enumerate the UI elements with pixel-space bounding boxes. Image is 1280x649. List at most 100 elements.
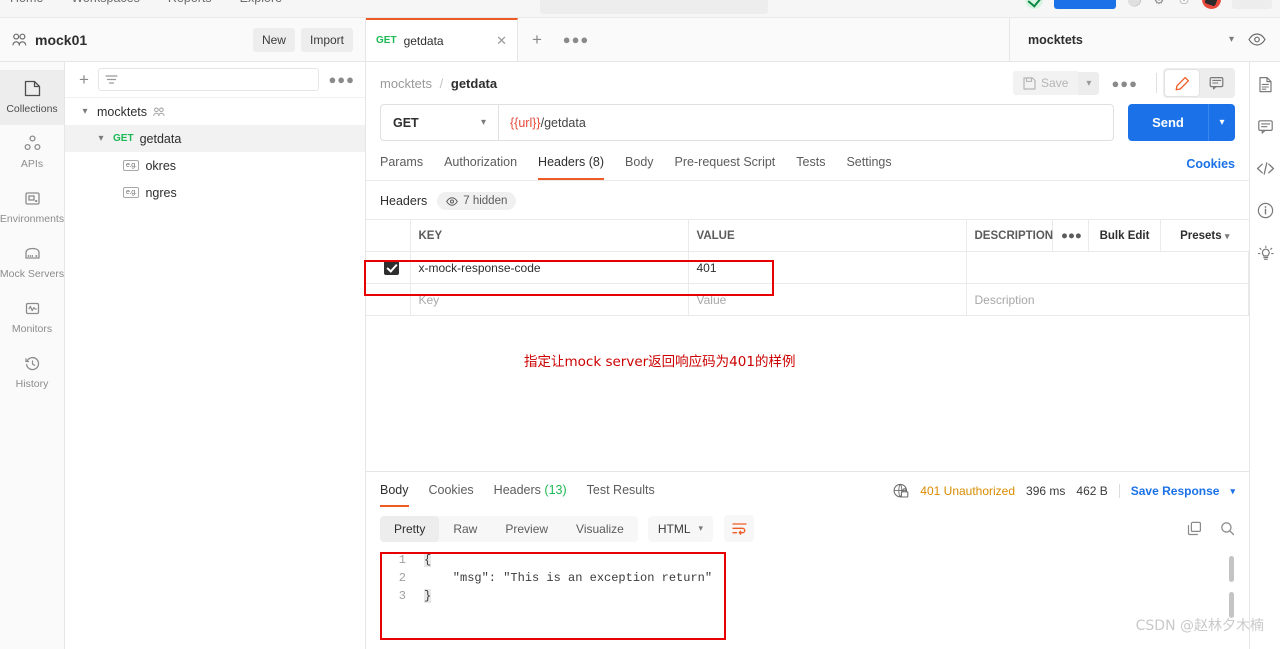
lightbulb-icon[interactable]	[1257, 245, 1274, 262]
headers-section-bar: Headers 7 hidden	[366, 181, 1249, 219]
send-button[interactable]: Send	[1128, 104, 1208, 141]
sidebar-item-mock-servers[interactable]: Mock Servers	[0, 235, 64, 290]
comment-icon[interactable]	[1199, 70, 1233, 96]
new-button[interactable]: New	[252, 27, 295, 52]
row-description-placeholder[interactable]: Description	[965, 283, 1249, 316]
user-avatar[interactable]	[1202, 0, 1221, 9]
example-response-icon: e.g.	[123, 160, 140, 171]
tab-tests[interactable]: Tests	[796, 155, 825, 180]
import-button[interactable]: Import	[300, 27, 353, 52]
tree-example-ngres[interactable]: e.g. ngres	[65, 179, 365, 206]
upgrade-button[interactable]	[1054, 0, 1116, 9]
row-description[interactable]	[965, 251, 1249, 284]
plan-pill[interactable]	[1232, 0, 1272, 9]
edit-pencil-icon[interactable]	[1165, 70, 1199, 96]
response-status: 401 Unauthorized	[920, 484, 1016, 498]
notifications-bell-icon[interactable]: ☉	[1177, 0, 1191, 7]
environment-quick-look-eye-icon[interactable]	[1248, 33, 1266, 46]
sidebar-filter-input[interactable]	[97, 68, 320, 91]
chevron-down-icon[interactable]: ▾	[1225, 231, 1230, 241]
table-row[interactable]: x-mock-response-code 401	[366, 251, 1249, 284]
save-response-button[interactable]: Save Response	[1131, 484, 1220, 498]
http-method-selector[interactable]: GET ▾	[380, 104, 498, 141]
response-language-selector[interactable]: HTML ▾	[647, 515, 714, 542]
url-path: /getdata	[540, 115, 586, 130]
wrap-lines-icon[interactable]	[724, 515, 755, 542]
table-options-icon[interactable]: ●●●	[1052, 219, 1089, 252]
presets-button[interactable]: Presets ▾	[1160, 219, 1249, 252]
close-icon[interactable]: ✕	[496, 33, 507, 49]
tab-options-icon[interactable]: ●●●	[556, 18, 596, 61]
chevron-down-icon[interactable]: ▾	[481, 117, 486, 128]
save-disk-icon	[1023, 76, 1036, 90]
new-item-plus-icon[interactable]: +	[79, 71, 89, 88]
tab-authorization[interactable]: Authorization	[444, 155, 517, 180]
view-visualize[interactable]: Visualize	[562, 516, 638, 542]
sidebar-item-collections[interactable]: Collections	[0, 70, 64, 125]
cookies-link[interactable]: Cookies	[1186, 157, 1235, 180]
row-key[interactable]: x-mock-response-code	[409, 251, 689, 284]
request-more-icon[interactable]: ●●●	[1099, 76, 1150, 91]
chevron-down-icon[interactable]: ▾	[1229, 34, 1234, 45]
documentation-icon[interactable]	[1257, 76, 1274, 93]
tree-request-getdata[interactable]: ▾ GET getdata	[65, 125, 365, 152]
sidebar-more-icon[interactable]: ●●●	[328, 72, 355, 87]
chevron-down-icon[interactable]: ▾	[1230, 486, 1235, 497]
invite-icon[interactable]: ⚪	[1127, 0, 1142, 7]
search-icon[interactable]	[1220, 521, 1235, 536]
response-tab-test-results[interactable]: Test Results	[587, 483, 655, 507]
breadcrumb-collection[interactable]: mocktets	[380, 76, 432, 91]
nav-reports[interactable]: Reports	[168, 0, 212, 5]
tree-example-okres[interactable]: e.g. okres	[65, 152, 365, 179]
view-preview[interactable]: Preview	[491, 516, 562, 542]
sidebar-item-history[interactable]: History	[0, 345, 64, 400]
table-row-placeholder[interactable]: Key Value Description	[366, 283, 1249, 316]
response-tab-body[interactable]: Body	[380, 483, 409, 507]
bulk-edit-button[interactable]: Bulk Edit	[1088, 219, 1161, 252]
save-options-chevron-icon[interactable]: ▾	[1078, 71, 1100, 95]
info-icon[interactable]	[1257, 202, 1274, 219]
row-checkbox-cell	[366, 251, 411, 284]
nav-explore[interactable]: Explore	[240, 0, 282, 5]
hidden-headers-badge[interactable]: 7 hidden	[437, 192, 517, 210]
view-pretty[interactable]: Pretty	[380, 515, 440, 542]
comment-icon[interactable]	[1257, 119, 1274, 135]
chevron-down-icon[interactable]: ▾	[79, 106, 91, 117]
row-value-placeholder[interactable]: Value	[687, 283, 967, 316]
environment-selector[interactable]: mocktets ▾	[1028, 33, 1234, 47]
response-viewer-actions	[1187, 521, 1235, 536]
nav-workspaces[interactable]: Workspaces	[71, 0, 140, 5]
row-value[interactable]: 401	[687, 251, 967, 284]
save-button[interactable]: Save	[1013, 71, 1079, 95]
sidebar-item-monitors[interactable]: Monitors	[0, 290, 64, 345]
tree-collection-mocktets[interactable]: ▾ mocktets	[65, 98, 365, 125]
response-scrollbar-thumb[interactable]	[1229, 556, 1234, 582]
sidebar-item-environments[interactable]: Environments	[0, 180, 64, 235]
chevron-down-icon[interactable]: ▾	[699, 523, 704, 534]
view-raw[interactable]: Raw	[439, 516, 491, 542]
send-options-chevron-icon[interactable]: ▾	[1208, 104, 1235, 141]
row-key-placeholder[interactable]: Key	[409, 283, 689, 316]
response-tab-headers[interactable]: Headers (13)	[494, 483, 567, 507]
tab-params[interactable]: Params	[380, 155, 423, 180]
code-icon[interactable]	[1256, 161, 1275, 176]
row-checkbox[interactable]	[384, 260, 399, 275]
chevron-down-icon[interactable]: ▾	[95, 133, 107, 144]
request-tab-getdata[interactable]: GET getdata ✕	[366, 18, 518, 61]
sidebar-label-mock-servers: Mock Servers	[0, 268, 65, 280]
sidebar-item-apis[interactable]: APIs	[0, 125, 64, 180]
tab-headers[interactable]: Headers (8)	[538, 155, 605, 180]
response-body-code[interactable]: 1 { 2 "msg": "This is an exception retur…	[376, 551, 1236, 639]
tab-settings[interactable]: Settings	[846, 155, 891, 180]
nav-home[interactable]: Home	[10, 0, 43, 5]
copy-icon[interactable]	[1187, 521, 1202, 536]
tab-pre-request-script[interactable]: Pre-request Script	[675, 155, 776, 180]
settings-gear-icon[interactable]: ⚙	[1152, 0, 1166, 7]
tab-body[interactable]: Body	[625, 155, 654, 180]
new-tab-button[interactable]: +	[518, 18, 556, 61]
global-search-input[interactable]	[540, 0, 768, 14]
sidebar-label-collections: Collections	[6, 103, 58, 115]
workspace-name: mock01	[35, 31, 88, 48]
response-tab-cookies[interactable]: Cookies	[429, 483, 474, 507]
url-input[interactable]: {{url}}/getdata	[498, 104, 1114, 141]
